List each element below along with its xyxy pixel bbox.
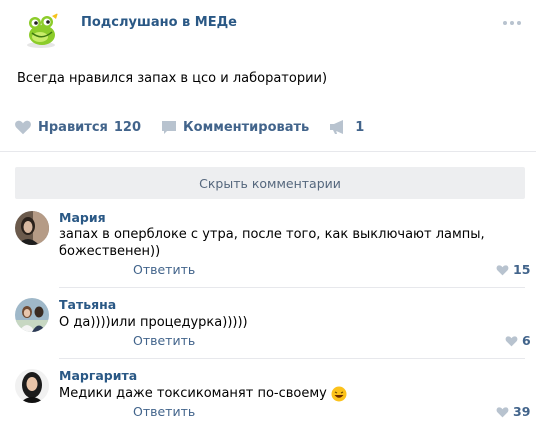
share-count: 1	[355, 119, 365, 135]
comment-text: божественен))	[59, 244, 161, 259]
comment-label: Комментировать	[183, 119, 310, 135]
heart-icon	[496, 264, 509, 275]
comment-icon	[162, 120, 177, 134]
comment-like-button[interactable]: 6	[505, 333, 531, 348]
comment-text-row: Медики даже токсикоманят по-своему	[59, 385, 347, 403]
reply-button[interactable]: Ответить	[133, 333, 195, 348]
comment-like-button[interactable]: 39	[496, 404, 530, 419]
divider	[0, 151, 536, 152]
frog-logo-icon	[27, 10, 61, 48]
divider	[59, 287, 525, 288]
reply-button[interactable]: Ответить	[133, 262, 195, 277]
share-button[interactable]: 1	[329, 119, 364, 135]
comment-text: запах в оперблоке с утра, после того, ка…	[59, 227, 485, 242]
heart-icon	[505, 335, 518, 346]
comment-like-button[interactable]: 15	[496, 262, 530, 277]
comment-author[interactable]: Мария	[59, 210, 106, 225]
like-label: Нравится	[38, 119, 108, 135]
group-avatar[interactable]	[18, 7, 64, 53]
megaphone-icon	[330, 120, 344, 134]
avatar[interactable]	[15, 298, 49, 332]
user-photo-icon	[15, 211, 49, 245]
user-photo-icon	[15, 369, 49, 403]
post-text: Всегда нравился запах в цсо и лаборатори…	[17, 71, 328, 86]
comment-author[interactable]: Маргарита	[59, 368, 137, 383]
avatar[interactable]	[15, 369, 49, 403]
more-options-icon[interactable]	[503, 21, 521, 25]
like-button[interactable]: Нравится 120	[14, 119, 141, 135]
comment-like-count: 39	[513, 404, 531, 419]
comment-button[interactable]: Комментировать	[161, 120, 309, 135]
reply-button[interactable]: Ответить	[133, 404, 195, 419]
post-actions: Нравится 120 Комментировать 1	[14, 117, 364, 137]
user-photo-icon	[15, 298, 49, 332]
avatar[interactable]	[15, 211, 49, 245]
like-count: 120	[113, 119, 142, 135]
hide-comments-button[interactable]: Скрыть комментарии	[15, 167, 525, 199]
heart-icon	[15, 120, 31, 135]
laughing-emoji-icon	[331, 386, 347, 402]
comment-text: Медики даже токсикоманят по-своему	[59, 386, 327, 401]
comment-text: О да))))или процедурка)))))	[59, 315, 248, 330]
group-name-link[interactable]: Подслушано в МЕДе	[81, 15, 237, 30]
comment-like-count: 15	[513, 262, 531, 277]
heart-icon	[496, 406, 509, 417]
comment-author[interactable]: Татьяна	[59, 297, 116, 312]
divider	[59, 358, 525, 359]
comment-like-count: 6	[522, 333, 531, 348]
